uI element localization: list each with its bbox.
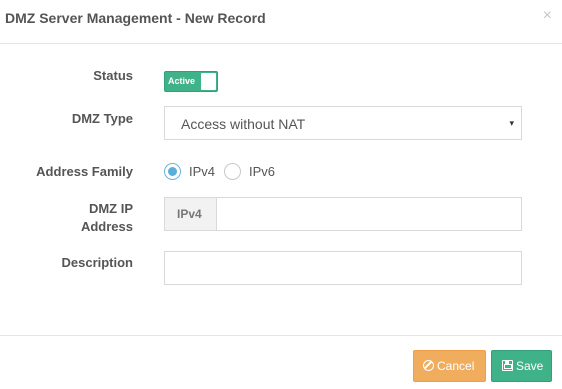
chevron-down-icon: ▾ — [509, 118, 514, 128]
ipv4-radio-label[interactable]: IPv4 — [189, 164, 215, 180]
new-record-modal: DMZ Server Management - New Record × Sta… — [0, 0, 562, 389]
save-button-label: Save — [516, 359, 544, 373]
modal-title: DMZ Server Management - New Record — [5, 10, 266, 26]
modal-header: DMZ Server Management - New Record × — [0, 0, 562, 44]
cancel-button[interactable]: Cancel — [413, 350, 486, 382]
dmz-type-select[interactable]: Access without NAT ▾ — [164, 106, 522, 140]
cancel-button-label: Cancel — [437, 359, 475, 373]
ip-version-addon: IPv4 — [164, 197, 217, 231]
address-family-label: Address Family — [36, 164, 133, 179]
save-button[interactable]: Save — [491, 350, 552, 382]
dmz-type-label: DMZ Type — [71, 111, 133, 126]
dmz-ip-label-line1: DMZ IP — [88, 201, 133, 216]
floppy-disk-icon — [502, 359, 513, 373]
dmz-type-selected-value: Access without NAT — [181, 116, 306, 132]
ipv6-radio-label[interactable]: IPv6 — [249, 164, 275, 180]
toggle-knob — [201, 73, 216, 90]
close-icon[interactable]: × — [543, 7, 552, 25]
dmz-ip-label-line2: Address — [80, 219, 133, 234]
status-toggle[interactable]: Active — [164, 71, 218, 92]
status-toggle-text: Active — [168, 76, 196, 86]
description-label: Description — [61, 255, 133, 270]
dmz-ip-input[interactable] — [216, 197, 522, 231]
ip-version-addon-text: IPv4 — [177, 207, 202, 221]
description-input[interactable] — [164, 251, 522, 285]
ipv6-radio[interactable] — [224, 163, 241, 180]
ban-icon — [423, 359, 434, 373]
ipv4-radio[interactable] — [164, 163, 181, 180]
status-label: Status — [93, 68, 133, 83]
